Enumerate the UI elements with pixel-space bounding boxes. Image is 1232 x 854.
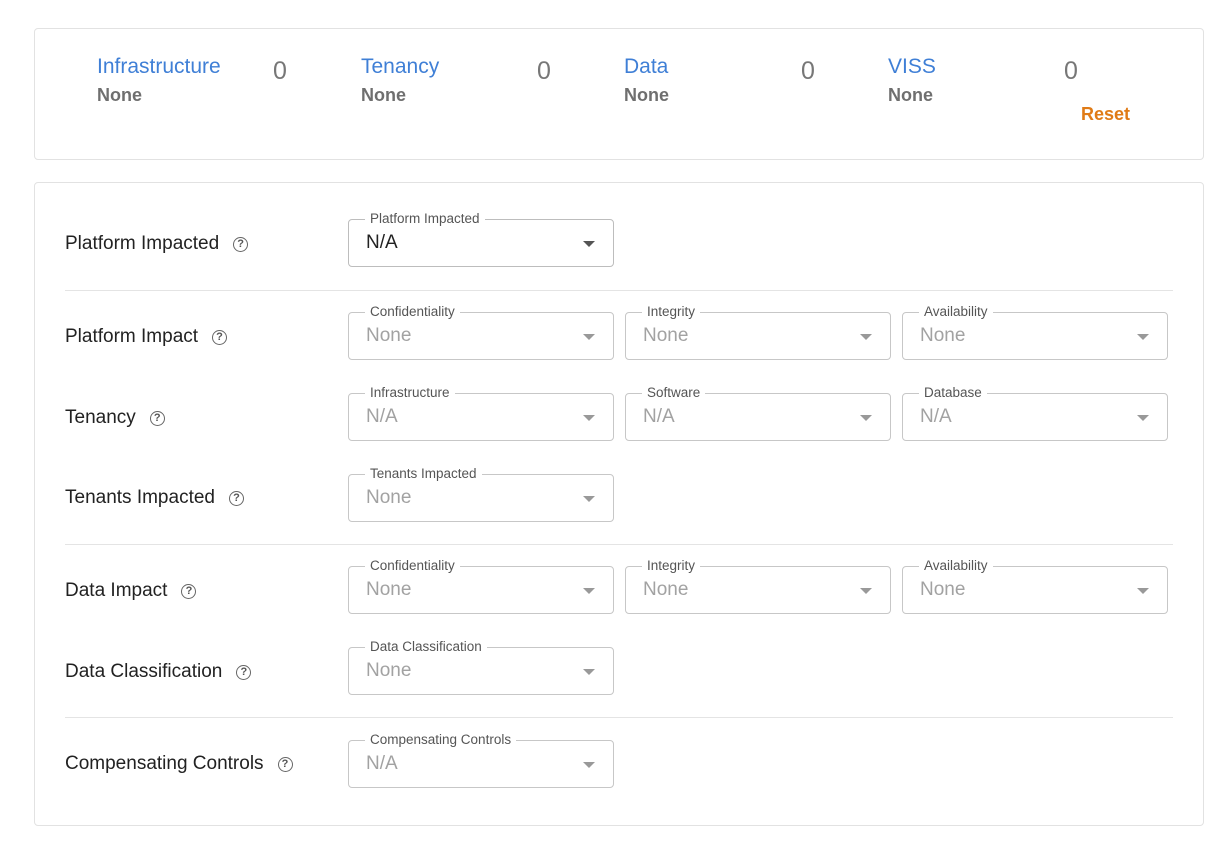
summary-card: Infrastructure None 0 Tenancy None 0 Dat…: [34, 28, 1204, 160]
field-value: None: [643, 579, 689, 600]
field-legend: Compensating Controls: [365, 732, 517, 748]
tenancy-database-select[interactable]: Database N/A: [902, 385, 1168, 441]
field-legend: Platform Impacted: [365, 211, 485, 227]
summary-count-data: 0: [801, 57, 815, 85]
field-value: None: [920, 579, 966, 600]
chevron-down-icon: [583, 496, 595, 502]
field-value: None: [643, 325, 689, 346]
platform-impacted-label: Platform Impacted: [65, 233, 220, 254]
compensating-controls-label: Compensating Controls: [65, 753, 264, 774]
row-label-tenancy: Tenancy ?: [65, 407, 165, 429]
help-icon[interactable]: ?: [228, 490, 244, 506]
data-classification-label: Data Classification: [65, 661, 223, 682]
summary-value-data: None: [624, 85, 669, 105]
chevron-down-icon: [583, 762, 595, 768]
summary-item-infrastructure: Infrastructure None: [97, 53, 221, 107]
row-label-data-impact: Data Impact ?: [65, 580, 197, 602]
summary-count-tenancy: 0: [537, 57, 551, 85]
chevron-down-icon: [583, 415, 595, 421]
row-label-platform-impact: Platform Impact ?: [65, 326, 228, 348]
tenancy-infrastructure-select[interactable]: Infrastructure N/A: [348, 385, 614, 441]
data-confidentiality-select[interactable]: Confidentiality None: [348, 558, 614, 614]
summary-title-tenancy[interactable]: Tenancy: [361, 53, 439, 81]
chevron-down-icon: [1137, 415, 1149, 421]
field-value: None: [366, 579, 412, 600]
field-legend: Integrity: [642, 558, 701, 574]
field-legend: Availability: [919, 558, 993, 574]
platform-impact-label: Platform Impact: [65, 326, 199, 347]
summary-item-tenancy: Tenancy None: [361, 53, 439, 107]
platform-integrity-select[interactable]: Integrity None: [625, 304, 891, 360]
summary-title-viss[interactable]: VISS: [888, 53, 936, 81]
data-integrity-select[interactable]: Integrity None: [625, 558, 891, 614]
summary-title-data[interactable]: Data: [624, 53, 669, 81]
row-label-data-classification: Data Classification ?: [65, 661, 252, 683]
field-value: N/A: [366, 753, 398, 774]
row-label-compensating-controls: Compensating Controls ?: [65, 753, 293, 775]
summary-title-infrastructure[interactable]: Infrastructure: [97, 53, 221, 81]
summary-item-data: Data None: [624, 53, 669, 107]
help-icon[interactable]: ?: [233, 236, 249, 252]
impact-form-card: Platform Impacted ? Platform Impacted N/…: [34, 182, 1204, 826]
field-value: None: [366, 487, 412, 508]
field-legend: Availability: [919, 304, 993, 320]
data-impact-label: Data Impact: [65, 580, 168, 601]
chevron-down-icon: [860, 415, 872, 421]
field-legend: Integrity: [642, 304, 701, 320]
summary-count-infrastructure: 0: [273, 57, 287, 85]
help-icon[interactable]: ?: [181, 583, 197, 599]
summary-count-viss: 0: [1064, 57, 1078, 85]
chevron-down-icon: [583, 334, 595, 340]
chevron-down-icon: [860, 334, 872, 340]
platform-confidentiality-select[interactable]: Confidentiality None: [348, 304, 614, 360]
field-legend: Confidentiality: [365, 304, 460, 320]
help-icon[interactable]: ?: [277, 756, 293, 772]
chevron-down-icon: [583, 588, 595, 594]
field-legend: Tenants Impacted: [365, 466, 482, 482]
field-legend: Data Classification: [365, 639, 487, 655]
field-legend: Confidentiality: [365, 558, 460, 574]
summary-value-viss: None: [888, 85, 933, 105]
field-value: N/A: [366, 406, 398, 427]
field-legend: Software: [642, 385, 706, 401]
field-value: N/A: [366, 232, 398, 253]
field-value: None: [920, 325, 966, 346]
field-value: None: [366, 325, 412, 346]
help-icon[interactable]: ?: [149, 410, 165, 426]
data-availability-select[interactable]: Availability None: [902, 558, 1168, 614]
tenants-impacted-select[interactable]: Tenants Impacted None: [348, 466, 614, 522]
field-value: None: [366, 660, 412, 681]
tenants-impacted-label: Tenants Impacted: [65, 487, 215, 508]
field-value: N/A: [643, 406, 675, 427]
tenancy-software-select[interactable]: Software N/A: [625, 385, 891, 441]
row-label-platform-impacted: Platform Impacted ?: [65, 233, 249, 255]
chevron-down-icon: [583, 241, 595, 247]
help-icon[interactable]: ?: [236, 664, 252, 680]
tenancy-label: Tenancy: [65, 407, 136, 428]
chevron-down-icon: [1137, 334, 1149, 340]
row-label-tenants-impacted: Tenants Impacted ?: [65, 487, 244, 509]
divider: [65, 544, 1173, 545]
divider: [65, 717, 1173, 718]
compensating-controls-select[interactable]: Compensating Controls N/A: [348, 732, 614, 788]
reset-button[interactable]: Reset: [1081, 104, 1130, 125]
data-classification-select[interactable]: Data Classification None: [348, 639, 614, 695]
field-value: N/A: [920, 406, 952, 427]
divider: [65, 290, 1173, 291]
chevron-down-icon: [1137, 588, 1149, 594]
field-legend: Database: [919, 385, 987, 401]
help-icon[interactable]: ?: [212, 329, 228, 345]
field-legend: Infrastructure: [365, 385, 455, 401]
summary-value-infrastructure: None: [97, 85, 142, 105]
chevron-down-icon: [860, 588, 872, 594]
platform-availability-select[interactable]: Availability None: [902, 304, 1168, 360]
summary-item-viss: VISS None: [888, 53, 936, 107]
platform-impacted-select[interactable]: Platform Impacted N/A: [348, 211, 614, 267]
summary-value-tenancy: None: [361, 85, 406, 105]
chevron-down-icon: [583, 669, 595, 675]
